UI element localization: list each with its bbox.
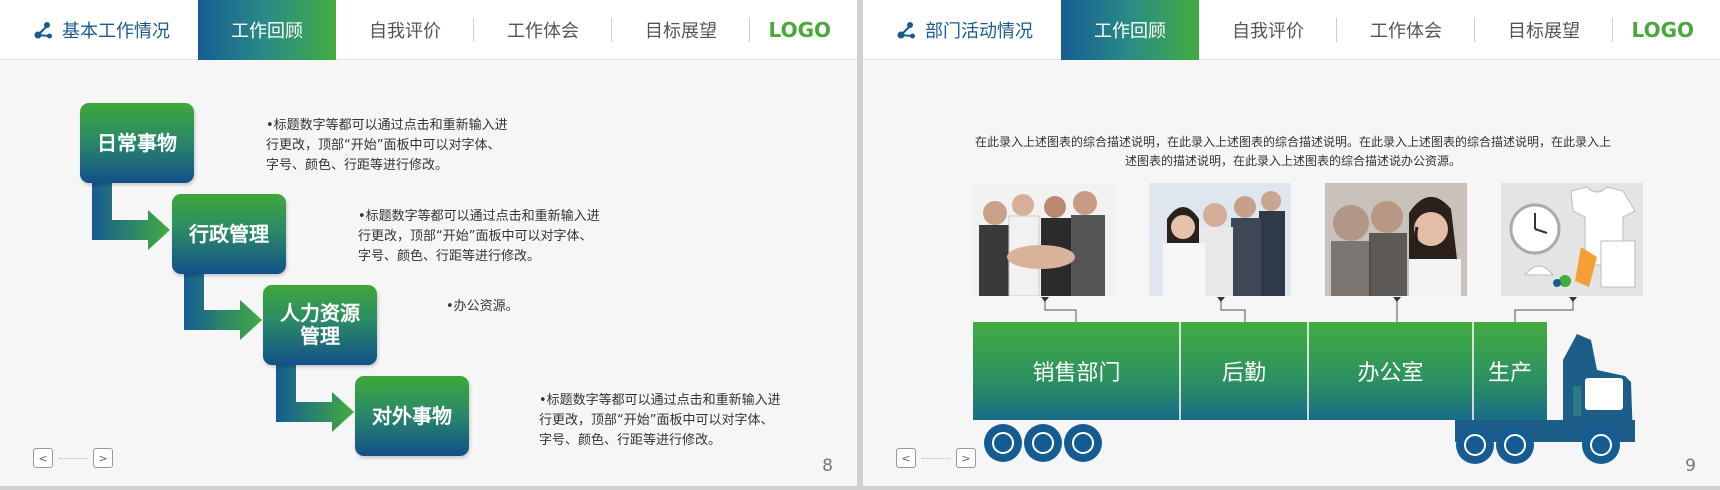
pager-dots [59,457,87,459]
top-nav-bar: 部门活动情况 工作回顾 自我评价 工作体会 目标展望 LOGO [863,0,1720,60]
step-box-administration[interactable]: 行政管理 [172,194,286,274]
dept-logistics[interactable]: 后勤 [1180,322,1308,420]
step-description: •标题数字等都可以通过点击和重新输入进 行更改，顶部“开始”面板中可以对字体、 … [358,209,600,264]
dept-production[interactable]: 生产 [1473,322,1547,420]
photo-leader-lines [1041,297,1577,322]
brand-title: 部门活动情况 [925,21,1033,42]
brand-title: 基本工作情况 [62,21,170,42]
team-hands-photo [973,183,1115,296]
step-box-external-affairs[interactable]: 对外事物 [355,376,469,456]
tab-goals-outlook[interactable]: 目标展望 [1475,0,1613,60]
step-description: •标题数字等都可以通过点击和重新输入进 行更改，顶部“开始”面板中可以对字体、 … [266,118,508,173]
brand: 部门活动情况 [895,0,1033,60]
slide-pager: < > [33,448,113,468]
connector-arrow [276,364,354,432]
wheel [984,424,1620,464]
molecule-icon [34,22,52,39]
nav-tabs: 工作回顾 自我评价 工作体会 目标展望 [1061,0,1613,60]
tab-self-evaluation[interactable]: 自我评价 [336,0,474,60]
step-box-human-resources[interactable]: 人力资源 管理 [263,285,377,365]
tab-work-review[interactable]: 工作回顾 [1061,0,1199,60]
dept-sales[interactable]: 销售部门 [973,322,1180,420]
page-number: 9 [1685,456,1696,476]
slide-department-activities: 部门活动情况 工作回顾 自我评价 工作体会 目标展望 LOGO 在此录入上述图表… [863,0,1720,486]
brand: 基本工作情况 [32,0,170,60]
brand-merchandise-photo [1501,183,1643,296]
connector-arrow [92,182,170,250]
slide-work-status: 基本工作情况 工作回顾 自我评价 工作体会 目标展望 LOGO 日常事物 行政管… [0,0,857,486]
step-box-daily-affairs[interactable]: 日常事物 [80,103,194,183]
top-nav-bar: 基本工作情况 工作回顾 自我评价 工作体会 目标展望 LOGO [0,0,857,60]
pager-dots [922,457,950,459]
page-number: 8 [822,456,833,476]
prev-slide-button[interactable]: < [33,448,53,468]
logo: LOGO [768,18,831,42]
tab-work-experience[interactable]: 工作体会 [1337,0,1475,60]
connector-arrow [184,272,262,340]
slide-pager: < > [896,448,976,468]
next-slide-button[interactable]: > [956,448,976,468]
tab-goals-outlook[interactable]: 目标展望 [612,0,750,60]
tab-work-experience[interactable]: 工作体会 [474,0,612,60]
dept-office[interactable]: 办公室 [1308,322,1473,420]
intro-description: 在此录入上述图表的综合描述说明，在此录入上述图表的综合描述说明。在此录入上述图表… [974,135,1611,168]
tab-work-review[interactable]: 工作回顾 [198,0,336,60]
step-description: •办公资源。 [446,299,519,314]
nav-tabs: 工作回顾 自我评价 工作体会 目标展望 [198,0,750,60]
step-description: •标题数字等都可以通过点击和重新输入进 行更改，顶部“开始”面板中可以对字体、 … [539,393,781,448]
call-center-photo [1325,183,1467,296]
next-slide-button[interactable]: > [93,448,113,468]
molecule-icon [897,22,915,39]
business-group-photo [1149,183,1291,296]
logo: LOGO [1631,18,1694,42]
prev-slide-button[interactable]: < [896,448,916,468]
tab-self-evaluation[interactable]: 自我评价 [1199,0,1337,60]
